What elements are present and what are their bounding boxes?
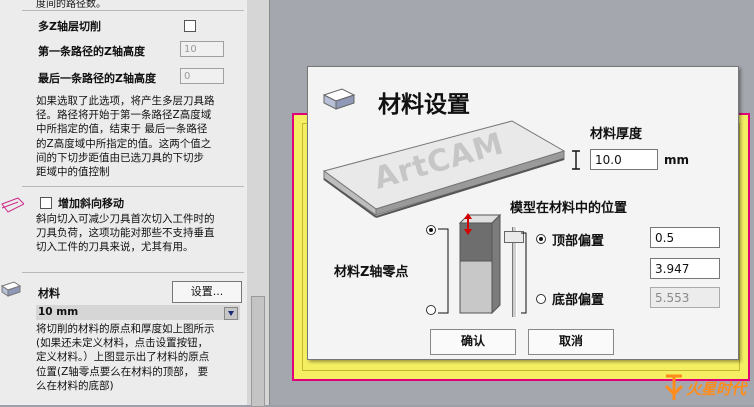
z-zero-bracket bbox=[438, 228, 449, 314]
thickness-input[interactable]: 10.0 bbox=[590, 149, 658, 170]
z-zero-top-radio[interactable] bbox=[426, 225, 436, 235]
ramp-checkbox[interactable] bbox=[40, 197, 52, 209]
top-offset-input[interactable]: 0.5 bbox=[650, 227, 720, 248]
z-zero-label: 材料Z轴零点 bbox=[334, 265, 409, 280]
position-bracket bbox=[521, 232, 527, 314]
help-line: 刀具负荷，这项功能对那些不支持垂直 bbox=[36, 227, 215, 240]
help-line: 斜向切入可减少刀具首次切入工件时的 bbox=[36, 213, 215, 225]
separator bbox=[22, 10, 244, 11]
multi-z-help-text: 如果选取了此选项，将产生多层刀具路 径。路径将开始于第一条路径Z高度域 中所指定的值… bbox=[36, 94, 244, 179]
middle-offset-input[interactable]: 3.947 bbox=[650, 258, 720, 279]
ramp-label: 增加斜向移动 bbox=[58, 197, 124, 210]
help-line: 中所指定的值，结束于 最后一条路径 bbox=[36, 123, 208, 136]
ok-button[interactable]: 确认 bbox=[430, 329, 516, 355]
material-column-illustration bbox=[458, 213, 502, 315]
multi-z-label: 多Z轴层切削 bbox=[38, 20, 101, 33]
last-path-z-label: 最后一条路径的Z轴高度 bbox=[38, 72, 156, 85]
top-offset-label: 顶部偏置 bbox=[552, 234, 605, 249]
separator bbox=[22, 186, 244, 187]
help-line: 的Z高度域中所指定的值。这两个值之 bbox=[36, 137, 212, 150]
watermark-logo-icon bbox=[664, 374, 684, 400]
cancel-button[interactable]: 取消 bbox=[528, 329, 614, 355]
chevron-down-icon[interactable] bbox=[224, 307, 238, 320]
first-path-z-field[interactable]: 10 bbox=[180, 41, 224, 57]
ramp-help-text: 斜向切入可减少刀具首次切入工件时的 刀具负荷，这项功能对那些不支持垂直 切入工件的刀… bbox=[36, 212, 244, 255]
help-line: 间的下切步距值由已选刀具的下切步 bbox=[36, 151, 204, 164]
help-line: 定义材料。）上图显示出了材料的原点 bbox=[36, 351, 210, 364]
model-position-label: 模型在材料中的位置 bbox=[510, 201, 628, 216]
help-line: 径。路径将开始于第一条路径Z高度域 bbox=[36, 109, 212, 122]
help-line: 切入工件的刀具来说，尤其有用。 bbox=[36, 241, 194, 254]
help-line: 么在材料的底部) bbox=[36, 379, 114, 392]
left-property-panel: 度间的路径数。 多Z轴层切削 第一条路径的Z轴高度 10 最后一条路径的Z轴高度… bbox=[0, 0, 248, 405]
z-zero-bottom-radio[interactable] bbox=[426, 305, 436, 315]
thickness-dimension-icon bbox=[572, 150, 580, 170]
panel-scrollbar[interactable] bbox=[247, 0, 270, 407]
help-line: 将切削的材料的原点和厚度如上图所示 bbox=[36, 323, 215, 335]
help-line: 如果选取了此选项，将产生多层刀具路 bbox=[36, 95, 215, 107]
material-dropdown[interactable]: 10 mm bbox=[36, 305, 240, 320]
material-dropdown-value: 10 mm bbox=[38, 306, 79, 318]
material-block-icon bbox=[322, 88, 356, 110]
material-setup-dialog: 材料设置 ArtCAM 材料厚度 10.0 mm 模型在材料中的位置 材料Z轴零… bbox=[307, 66, 739, 360]
plane-icon bbox=[1, 197, 24, 213]
top-offset-radio[interactable] bbox=[536, 234, 546, 244]
material-block-icon bbox=[0, 281, 22, 297]
material-help-text: 将切削的材料的原点和厚度如上图所示 (如果还未定义材料，点击设置按钮， 定义材料。）… bbox=[36, 322, 244, 393]
bottom-offset-input[interactable]: 5.553 bbox=[650, 287, 720, 308]
scrollbar-thumb[interactable] bbox=[251, 296, 265, 407]
bottom-offset-radio[interactable] bbox=[536, 294, 546, 304]
watermark-text: 火星时代 bbox=[686, 380, 747, 398]
thickness-label: 材料厚度 bbox=[590, 127, 643, 142]
last-path-z-field[interactable]: 0 bbox=[180, 68, 224, 84]
help-line: (如果还未定义材料，点击设置按钮， bbox=[36, 337, 209, 350]
help-line: 距域中的值控制 bbox=[36, 166, 110, 179]
multi-z-checkbox[interactable] bbox=[184, 20, 196, 32]
help-line: 位置(Z轴零点要么在材料的顶部， 要 bbox=[36, 365, 209, 378]
settings-button[interactable]: 设置... bbox=[172, 281, 242, 303]
bottom-offset-label: 底部偏置 bbox=[552, 293, 605, 308]
first-path-z-label: 第一条路径的Z轴高度 bbox=[38, 45, 145, 58]
separator bbox=[22, 272, 244, 273]
thickness-unit: mm bbox=[664, 153, 690, 167]
material-label: 材料 bbox=[38, 287, 60, 300]
dialog-title: 材料设置 bbox=[378, 92, 470, 118]
cut-off-text: 度间的路径数。 bbox=[36, 0, 106, 10]
